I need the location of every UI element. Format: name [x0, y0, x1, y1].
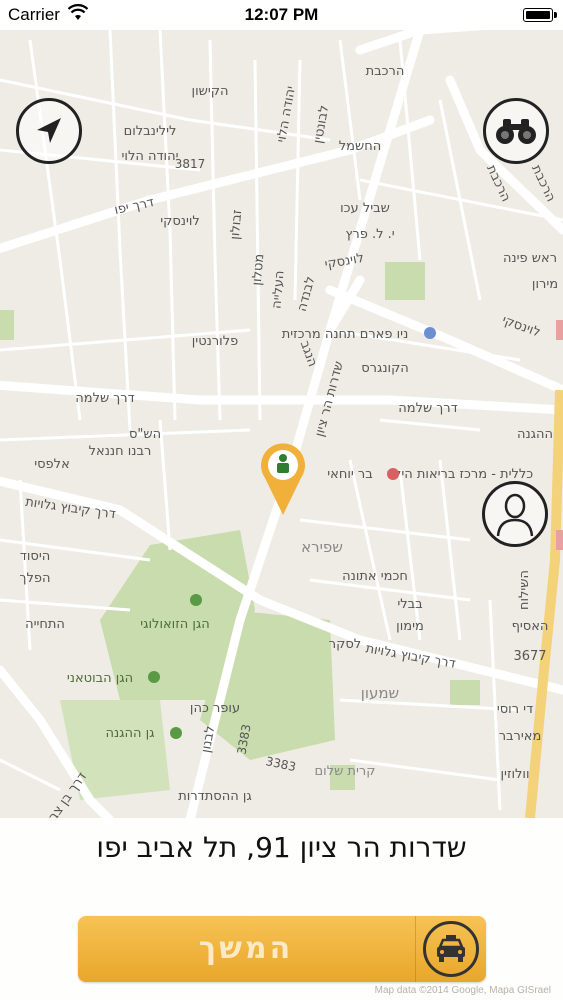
street-label: יהודה הלוי — [122, 149, 179, 164]
street-label: חכמי אתונה — [342, 569, 408, 584]
park-area — [0, 310, 14, 340]
poi-label: הגן הזואולוגי — [140, 617, 210, 632]
street-label: מימון — [396, 619, 424, 634]
street-label: עופר כהן — [190, 701, 240, 716]
street-label: מירון — [532, 277, 558, 292]
battery-icon — [523, 8, 557, 22]
street-label: וולוזין — [501, 767, 530, 782]
taxi-icon — [437, 935, 465, 962]
locate-button[interactable] — [16, 98, 82, 164]
street-label: החשמל — [339, 139, 381, 154]
street-label: בר יוחאי — [327, 467, 373, 482]
street-label: ראש פינה — [503, 251, 557, 266]
street-label: כללית - מרכז בריאות הילד — [387, 467, 533, 482]
street-label: לוינסקי — [160, 214, 200, 229]
profile-button[interactable] — [482, 481, 548, 547]
street-label: היסוד — [20, 549, 50, 564]
street-label: האסיף — [512, 619, 549, 634]
street-label: 3677 — [513, 649, 546, 664]
district-label: קרית שלום — [315, 764, 376, 779]
park-area — [450, 680, 480, 705]
park-area — [385, 262, 425, 300]
street-label: השילוח — [517, 570, 532, 610]
street-label: הש"ס — [129, 427, 161, 442]
street-label: מטלון — [250, 253, 268, 286]
street-label: ההגנה — [517, 427, 553, 442]
map-attribution: Map data ©2014 Google, Mapa GISrael — [374, 985, 551, 996]
binoculars-icon — [496, 119, 536, 144]
street-label: גן ההסתדרות — [178, 789, 252, 804]
street-label: התחייה — [25, 617, 65, 632]
battery-fill — [526, 11, 550, 19]
map-marker-red — [556, 320, 563, 340]
street-label: י. ל. פרץ — [345, 227, 394, 242]
status-bar: Carrier 12:07 PM — [0, 0, 563, 30]
street-label: שביל עכו — [340, 201, 390, 216]
street-label: אלפסי — [34, 457, 70, 472]
continue-button[interactable]: המשך — [78, 916, 486, 982]
user-silhouette-icon — [496, 493, 534, 537]
street-label: הפלך — [20, 571, 51, 586]
street-label: זבולון — [228, 209, 246, 240]
district-label: שמעון — [361, 684, 399, 702]
poi-label: הגן הבוטאני — [67, 671, 133, 686]
street-label: לילינבלום — [124, 124, 177, 139]
street-label: הקונגרס — [361, 361, 409, 376]
district-label: שפירא — [301, 538, 343, 556]
street-label: רבנו חננאל — [89, 444, 152, 459]
map-marker-red — [556, 530, 563, 550]
street-label: הרכבת — [366, 64, 405, 79]
street-label: בבלי — [397, 597, 422, 612]
bottom-panel: שדרות הר ציון 91, תל אביב יפו המשך Map d… — [0, 818, 563, 1000]
street-label: דרך שלמה — [398, 401, 457, 416]
street-label: הקישון — [192, 84, 229, 99]
clock-label: 12:07 PM — [244, 5, 319, 24]
continue-label: המשך — [198, 931, 294, 966]
street-label: לסקר — [329, 637, 361, 652]
address-label: שדרות הר ציון 91, תל אביב יפו — [96, 831, 467, 864]
poi-label: גן ההגנה — [105, 726, 154, 741]
search-area-button[interactable] — [483, 98, 549, 164]
street-label: פלורנטין — [192, 334, 238, 349]
street-label: ניו פארם תחנה מרכזית — [282, 327, 409, 342]
taxi-button[interactable] — [415, 916, 486, 982]
street-label: מאירבר — [499, 729, 542, 744]
street-label: די רוסי — [497, 702, 533, 717]
street-label: דרך שלמה — [75, 391, 134, 406]
street-label: 3817 — [175, 157, 206, 171]
navigation-arrow-icon — [37, 118, 61, 143]
